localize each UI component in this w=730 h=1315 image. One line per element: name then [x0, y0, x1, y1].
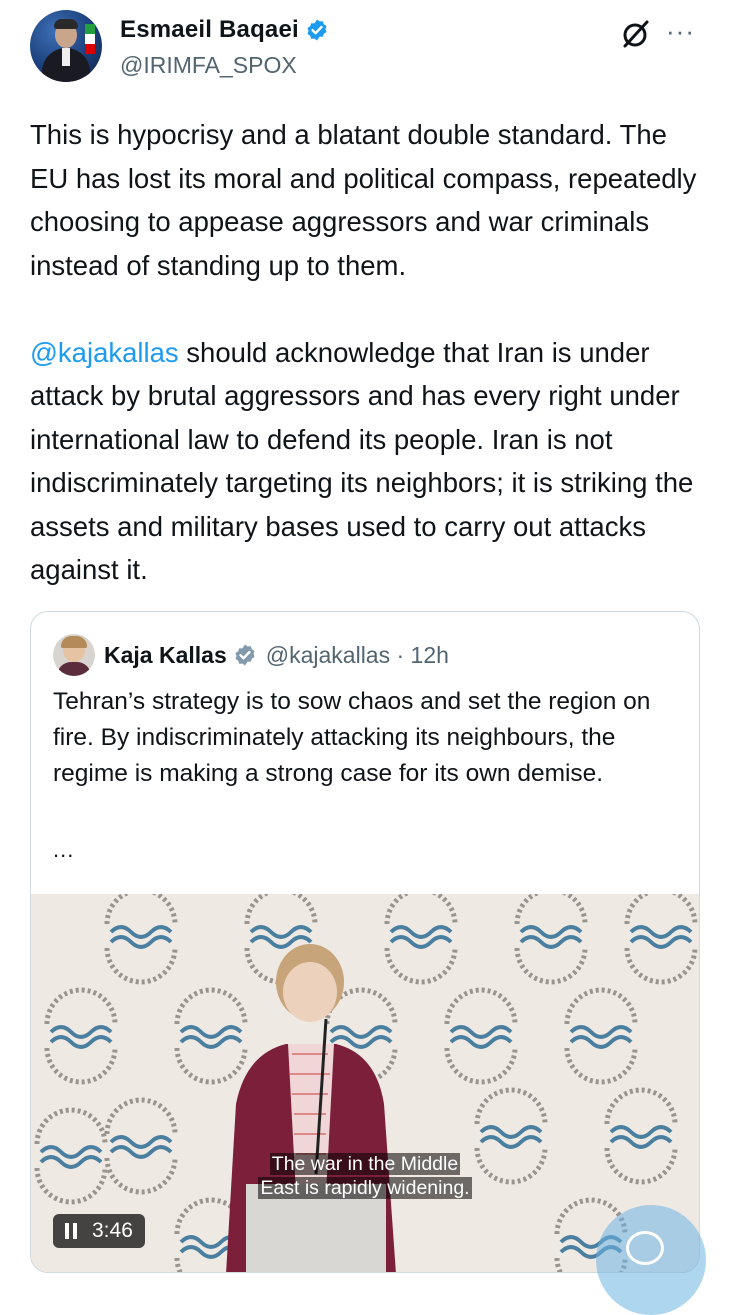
subtitle-line: East is rapidly widening. — [258, 1177, 472, 1199]
pause-icon[interactable] — [65, 1223, 78, 1239]
author-avatar[interactable] — [30, 10, 102, 82]
quoted-tweet[interactable]: Kaja Kallas @kajakallas · 12h Tehran’s s… — [30, 611, 700, 1273]
quoted-text: Tehran’s strategy is to sow chaos and se… — [53, 684, 683, 792]
quoted-avatar[interactable] — [53, 634, 95, 676]
video-subtitle: The war in the Middle East is rapidly wi… — [31, 1152, 699, 1200]
video-timer[interactable]: 3:46 — [53, 1214, 145, 1248]
author-name[interactable]: Esmaeil Baqaei — [120, 16, 299, 44]
tweet-header: Esmaeil Baqaei @IRIMFA_SPOX ··· — [30, 10, 710, 90]
author-name-row: Esmaeil Baqaei — [120, 16, 329, 44]
video-duration: 3:46 — [92, 1219, 133, 1242]
speaker-figure — [226, 944, 396, 1272]
tweet-paragraph: This is hypocrisy and a blatant double s… — [30, 119, 697, 281]
tweet-body: This is hypocrisy and a blatant double s… — [30, 113, 710, 592]
quoted-text-body: Tehran’s strategy is to sow chaos and se… — [53, 688, 651, 787]
mention-link[interactable]: @kajakallas — [30, 337, 179, 368]
reply-icon — [626, 1231, 664, 1265]
tweet-paragraph-text: should acknowledge that Iran is under at… — [30, 336, 694, 586]
compose-reply-button[interactable] — [596, 1205, 706, 1315]
quoted-ellipsis: ... — [53, 837, 75, 862]
verified-badge-icon — [235, 644, 255, 666]
quoted-author-name[interactable]: Kaja Kallas — [104, 642, 227, 669]
video-player[interactable]: The war in the Middle East is rapidly wi… — [31, 894, 699, 1272]
subtitle-line: The war in the Middle — [269, 1153, 461, 1175]
quoted-header: Kaja Kallas @kajakallas · 12h — [53, 634, 449, 676]
author-handle[interactable]: @IRIMFA_SPOX — [120, 52, 297, 79]
tweet-paragraph: @kajakallas should acknowledge that Iran… — [30, 331, 710, 592]
verified-badge-icon — [307, 19, 327, 41]
grok-icon[interactable] — [620, 18, 652, 50]
more-options-icon[interactable]: ··· — [666, 16, 695, 47]
quoted-handle-time: @kajakallas · 12h — [265, 641, 449, 668]
